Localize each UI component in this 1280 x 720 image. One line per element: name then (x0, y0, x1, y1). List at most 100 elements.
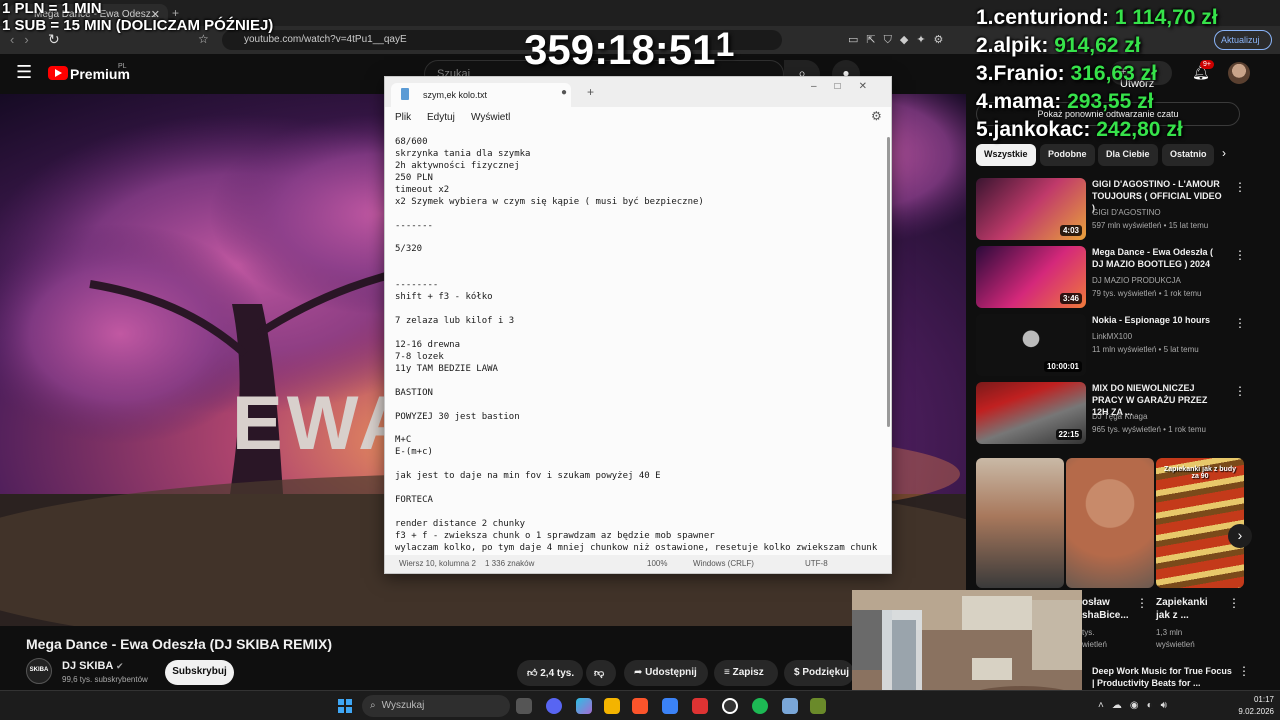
taskbar-clock[interactable]: 01:17 9.02.2026 (1230, 694, 1274, 718)
back-forward-icons[interactable]: ‹› (10, 32, 39, 47)
spotify-icon[interactable] (752, 698, 768, 714)
recommendation-title[interactable]: Mega Dance - Ewa Odeszła ( DJ MAZIO BOOT… (1092, 246, 1226, 270)
share-label: Udostępnij (645, 667, 697, 678)
channel-name[interactable]: DJ SKIBA ✔ (62, 660, 124, 672)
chip-related[interactable]: Podobne (1040, 144, 1095, 166)
minecraft-icon[interactable] (810, 698, 826, 714)
chevron-right-icon[interactable]: › (1222, 146, 1226, 160)
video-thumbnail[interactable]: 3:46 (976, 246, 1086, 308)
short-thumbnail[interactable] (976, 458, 1064, 588)
unsaved-dot-icon[interactable]: ● (561, 87, 567, 98)
more-options-icon[interactable]: ⋮ (1228, 596, 1240, 610)
save-button[interactable]: ≡ Zapisz (714, 660, 778, 686)
short-thumbnail[interactable] (1066, 458, 1154, 588)
region-label: PL (118, 63, 127, 70)
bookmark-icon[interactable]: ☆ (198, 32, 209, 46)
more-options-icon[interactable]: ⋮ (1234, 384, 1246, 398)
new-tab-icon[interactable]: + (587, 85, 594, 99)
shorts-next-button[interactable]: › (1228, 524, 1252, 548)
scrollbar[interactable] (887, 137, 890, 427)
share-icon: ➦ (634, 667, 643, 678)
extension-icons[interactable]: ▭⇱⛉◆✦⚙ (848, 33, 951, 47)
notepad-tab[interactable]: szym,ek kolo.txt ● (391, 83, 571, 107)
recommendation-item[interactable]: 4:03 GIGI D'AGOSTINO - L'AMOUR TOUJOURS … (976, 178, 1276, 240)
notepad-text-line: f3 + f - zwieksza chunk o 1 sprawdzam az… (395, 530, 715, 541)
search-icon: ⌕ (370, 700, 376, 711)
recommendation-channel[interactable]: DJ Tęga Knaga (1092, 412, 1147, 421)
short-title[interactable]: Zapiekanki jak z ... (1156, 596, 1208, 622)
menu-view[interactable]: Wyświetl (471, 112, 510, 123)
notepad-text-line: POWYZEJ 30 jest bastion (395, 411, 520, 422)
recommendation-item[interactable]: 22:15 MIX DO NIEWOLNICZEJ PRACY W GARAŻU… (976, 382, 1276, 444)
short-thumbnail[interactable]: Zapiekanki jak z budy za 90 (1156, 458, 1244, 588)
windows-start-icon[interactable] (338, 699, 352, 713)
leaderboard-amount: 1 114,70 zł (1114, 6, 1218, 29)
notepad-icon[interactable] (782, 698, 798, 714)
more-options-icon[interactable]: ⋮ (1234, 248, 1246, 262)
task-view-icon[interactable] (516, 698, 532, 714)
line-endings[interactable]: Windows (CRLF) (693, 559, 754, 568)
leaderboard-amount: 316,63 zł (1070, 62, 1157, 85)
leaderboard-row: 3.Franio: 316,63 zł (976, 62, 1218, 90)
chip-all[interactable]: Wszystkie (976, 144, 1036, 166)
taskbar-search[interactable]: ⌕ Wyszukaj (362, 695, 510, 717)
leaderboard-row: 4.mama: 293,55 zł (976, 90, 1218, 118)
taskbar-search-placeholder: Wyszukaj (381, 700, 425, 711)
short-title[interactable]: osław shaBice... (1082, 596, 1129, 622)
system-tray-icons[interactable]: ˄☁◉◐🔊︎ (1098, 700, 1175, 711)
recommendation-title[interactable]: Nokia - Espionage 10 hours (1092, 314, 1226, 326)
update-button[interactable]: Aktualizuj (1214, 30, 1272, 50)
video-thumbnail[interactable]: 10:00:01 (976, 314, 1086, 376)
store-icon[interactable] (662, 698, 678, 714)
notepad-text-area[interactable]: 68/600 skrzynka tania dla szymka 2h aktywn… (395, 137, 877, 553)
obs-icon[interactable] (722, 698, 738, 714)
app-icon[interactable] (692, 698, 708, 714)
like-button[interactable]: 👍︎ 2,4 tys. (517, 660, 583, 686)
file-explorer-icon[interactable] (604, 698, 620, 714)
brave-icon[interactable] (632, 698, 648, 714)
timer-suffix: 1 (715, 26, 735, 64)
notepad-text-line (395, 483, 877, 495)
window-controls[interactable]: –□✕ (811, 81, 885, 92)
more-options-icon[interactable]: ⋮ (1234, 316, 1246, 330)
notepad-text-line: M+C (395, 435, 412, 446)
channel-avatar[interactable]: SKIBA (26, 658, 52, 684)
menu-icon[interactable]: ☰ (16, 62, 32, 83)
zoom-level[interactable]: 100% (647, 559, 667, 568)
more-options-icon[interactable]: ⋮ (1136, 596, 1148, 610)
notepad-menubar: Plik Edytuj Wyświetl ⚙ (385, 107, 891, 129)
short-meta: 1,3 mln wyświetleń (1156, 628, 1195, 649)
copilot-icon[interactable] (576, 698, 592, 714)
thumbs-down-icon: 👎︎ (594, 668, 605, 679)
thanks-icon: $ (794, 667, 800, 678)
menu-file[interactable]: Plik (395, 112, 411, 123)
video-thumbnail[interactable]: 4:03 (976, 178, 1086, 240)
share-button[interactable]: ➦ Udostępnij (624, 660, 708, 686)
chip-recent[interactable]: Ostatnio (1162, 144, 1214, 166)
subscribe-button[interactable]: Subskrybuj (165, 660, 234, 685)
recommendation-item[interactable]: 10:00:01 Nokia - Espionage 10 hours Link… (976, 314, 1276, 376)
menu-edit[interactable]: Edytuj (427, 112, 455, 123)
notepad-text-line: wylaczam kolko, po tym daje 4 mniej chun… (395, 542, 877, 553)
recommendation-title[interactable]: Deep Work Music for True Focus | Product… (1092, 665, 1232, 689)
recommendation-channel[interactable]: DJ MAZIO PRODUKCJA (1092, 276, 1181, 285)
video-thumbnail[interactable]: 22:15 (976, 382, 1086, 444)
clock-date: 9.02.2026 (1238, 707, 1274, 716)
chip-for-you[interactable]: Dla Ciebie (1098, 144, 1158, 166)
gear-icon[interactable]: ⚙ (871, 109, 882, 123)
encoding[interactable]: UTF-8 (805, 559, 828, 568)
thanks-button[interactable]: $ Podziękuj (784, 660, 854, 686)
recommendation-channel[interactable]: GIGI D'AGOSTINO (1092, 208, 1161, 217)
avatar[interactable] (1228, 62, 1250, 84)
recommendation-channel[interactable]: LinkMX100 (1092, 332, 1132, 341)
dislike-button[interactable]: 👎︎ (586, 660, 616, 686)
notepad-window[interactable]: szym,ek kolo.txt ● + –□✕ Plik Edytuj Wyś… (384, 76, 892, 574)
notepad-text-line: render distance 2 chunky (395, 519, 526, 529)
more-options-icon[interactable]: ⋮ (1234, 180, 1246, 194)
discord-icon[interactable] (546, 698, 562, 714)
youtube-logo-icon[interactable] (48, 66, 68, 80)
notepad-text-line (395, 376, 877, 388)
more-options-icon[interactable]: ⋮ (1238, 664, 1250, 678)
recommendation-item[interactable]: 3:46 Mega Dance - Ewa Odeszła ( DJ MAZIO… (976, 246, 1276, 308)
notepad-text-line: x2 Szymek wybiera w czym się kąpie ( mus… (395, 196, 704, 207)
